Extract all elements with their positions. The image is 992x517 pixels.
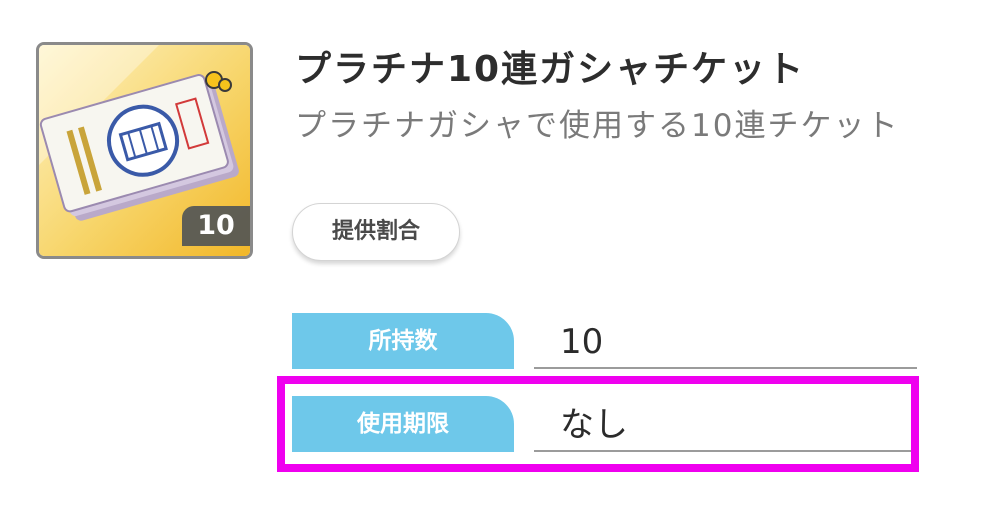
item-description: プラチナガシャで使用する10連チケット bbox=[295, 108, 900, 144]
owned-count-value: 10 bbox=[534, 313, 917, 369]
owned-count-label: 所持数 bbox=[292, 313, 514, 369]
item-title: プラチナ10連ガシャチケット bbox=[295, 49, 806, 90]
quantity-badge: 10 bbox=[182, 206, 250, 246]
owned-count-row: 所持数 10 bbox=[292, 313, 917, 369]
drop-rates-button[interactable]: 提供割合 bbox=[292, 203, 460, 261]
gasha-ticket-icon: 10 bbox=[36, 42, 253, 259]
expiry-highlight-box bbox=[277, 376, 919, 472]
